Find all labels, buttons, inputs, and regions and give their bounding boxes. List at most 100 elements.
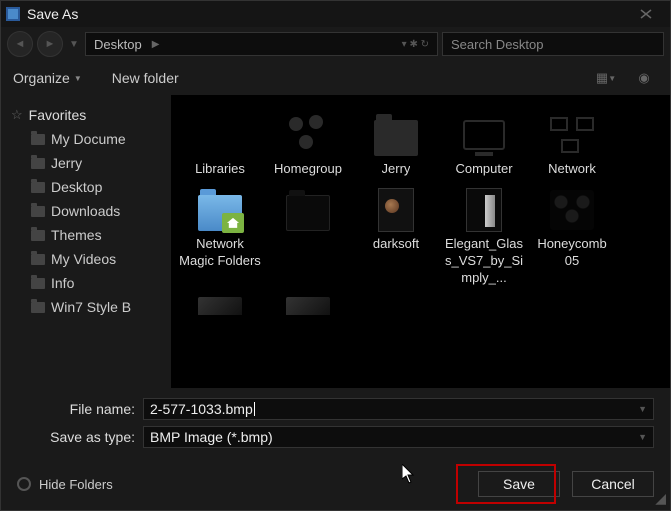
save-type-select[interactable]: BMP Image (*.bmp) ▼ (143, 426, 654, 448)
search-placeholder: Search Desktop (451, 37, 544, 52)
folder-icon (31, 278, 45, 289)
file-item-homegroup[interactable]: Homegroup (265, 109, 351, 182)
folder-icon (31, 254, 45, 265)
sidebar-item[interactable]: Jerry (11, 151, 171, 175)
file-label: Network (548, 161, 596, 178)
file-label: Elegant_Glass_VS7_by_Simply_... (443, 236, 525, 287)
caret-down-icon: ▼ (74, 74, 82, 83)
search-input[interactable]: Search Desktop (442, 32, 664, 56)
sidebar-item-label: Jerry (51, 155, 82, 171)
file-label: darksoft (373, 236, 419, 253)
new-folder-label: New folder (112, 70, 179, 86)
file-label: Jerry (382, 161, 411, 178)
breadcrumb-refresh[interactable]: ▾ ✱ ↻ (402, 39, 429, 50)
sidebar-item[interactable]: Downloads (11, 199, 171, 223)
network-magic-folder-icon (195, 188, 245, 232)
save-as-dialog: Save As ◄ ► ▼ Desktop ▶ ▾ ✱ ↻ Search Des… (0, 0, 671, 511)
cancel-label: Cancel (591, 476, 635, 492)
save-label: Save (503, 476, 535, 492)
file-item-user[interactable]: Jerry (353, 109, 439, 182)
folder-icon (31, 158, 45, 169)
dropdown-caret-icon[interactable]: ▼ (638, 432, 647, 442)
dropdown-caret-icon[interactable]: ▼ (638, 404, 647, 414)
hide-folders-toggle[interactable]: Hide Folders (17, 477, 113, 492)
folder-icon (31, 302, 45, 313)
address-bar[interactable]: Desktop ▶ ▾ ✱ ↻ (85, 32, 438, 56)
resize-grip[interactable]: ◢ (654, 494, 666, 506)
star-icon: ☆ (11, 107, 23, 123)
sidebar-item-label: My Docume (51, 131, 126, 147)
file-icon (459, 188, 509, 232)
new-folder-button[interactable]: New folder (112, 70, 179, 86)
file-item-network[interactable]: Network (529, 109, 615, 182)
user-folder-icon (371, 113, 421, 157)
save-type-value: BMP Image (*.bmp) (150, 429, 273, 445)
back-button[interactable]: ◄ (7, 31, 33, 57)
file-label: Computer (455, 161, 512, 178)
file-item-nmf[interactable]: Network Magic Folders (177, 184, 263, 291)
file-label: Network Magic Folders (179, 236, 261, 270)
sidebar-item[interactable]: My Docume (11, 127, 171, 151)
file-item-honeycomb[interactable]: Honeycomb 05 (529, 184, 615, 291)
close-button[interactable] (626, 4, 666, 24)
file-name-value: 2-577-1033.bmp (150, 401, 253, 417)
sidebar-item[interactable]: Desktop (11, 175, 171, 199)
file-item-partial[interactable] (177, 293, 263, 319)
file-icon (198, 297, 242, 315)
file-item-folder[interactable] (265, 184, 351, 291)
folder-icon (31, 206, 45, 217)
sidebar: ☆ Favorites My Docume Jerry Desktop Down… (1, 95, 171, 388)
file-name-input[interactable]: 2-577-1033.bmp ▼ (143, 398, 654, 420)
forward-button[interactable]: ► (37, 31, 63, 57)
folder-icon (31, 182, 45, 193)
file-label: Libraries (195, 161, 245, 178)
file-label: Honeycomb 05 (531, 236, 613, 270)
chevron-right-icon: ▶ (152, 39, 160, 50)
file-item-elegant[interactable]: Elegant_Glass_VS7_by_Simply_... (441, 184, 527, 291)
form-area: File name: 2-577-1033.bmp ▼ Save as type… (1, 388, 670, 458)
sidebar-item-label: Themes (51, 227, 102, 243)
titlebar: Save As (1, 1, 670, 27)
file-item-computer[interactable]: Computer (441, 109, 527, 182)
sidebar-item-label: Desktop (51, 179, 102, 195)
file-icon (286, 297, 330, 315)
homegroup-icon (283, 113, 333, 157)
folder-icon (283, 188, 333, 232)
organize-label: Organize (13, 70, 70, 86)
file-item-darksoft[interactable]: darksoft (353, 184, 439, 291)
sidebar-item[interactable]: Info (11, 271, 171, 295)
sidebar-item-label: Info (51, 275, 74, 291)
file-name-label: File name: (17, 401, 135, 417)
libraries-icon (195, 113, 245, 157)
hide-folders-label: Hide Folders (39, 477, 113, 492)
favorites-label: Favorites (29, 107, 87, 123)
file-icon (547, 188, 597, 232)
computer-icon (459, 113, 509, 157)
nav-bar: ◄ ► ▼ Desktop ▶ ▾ ✱ ↻ Search Desktop (1, 27, 670, 61)
sidebar-item[interactable]: Win7 Style B (11, 295, 171, 319)
sidebar-item-label: Win7 Style B (51, 299, 131, 315)
toolbar: Organize ▼ New folder ▦ ▼ ◉ (1, 61, 670, 95)
window-title: Save As (27, 6, 626, 22)
view-mode-button[interactable]: ▦ ▼ (592, 67, 620, 89)
organize-button[interactable]: Organize ▼ (13, 70, 82, 86)
file-item-libraries[interactable]: Libraries (177, 109, 263, 182)
file-item-partial[interactable] (265, 293, 351, 319)
folder-icon (31, 230, 45, 241)
sidebar-item[interactable]: My Videos (11, 247, 171, 271)
file-icon (371, 188, 421, 232)
favorites-group[interactable]: ☆ Favorites (11, 103, 171, 127)
sidebar-item-label: My Videos (51, 251, 116, 267)
network-icon (547, 113, 597, 157)
help-button[interactable]: ◉ (630, 67, 658, 89)
save-button[interactable]: Save (478, 471, 560, 497)
cancel-button[interactable]: Cancel (572, 471, 654, 497)
sidebar-item-label: Downloads (51, 203, 120, 219)
sidebar-item[interactable]: Themes (11, 223, 171, 247)
app-icon (5, 6, 21, 22)
file-label: Homegroup (274, 161, 342, 178)
folder-icon (31, 134, 45, 145)
footer: Hide Folders Save Cancel ◢ (1, 458, 670, 510)
history-dropdown[interactable]: ▼ (67, 33, 81, 55)
file-pane[interactable]: Libraries Homegroup Jerry Computer Netwo… (171, 95, 670, 388)
